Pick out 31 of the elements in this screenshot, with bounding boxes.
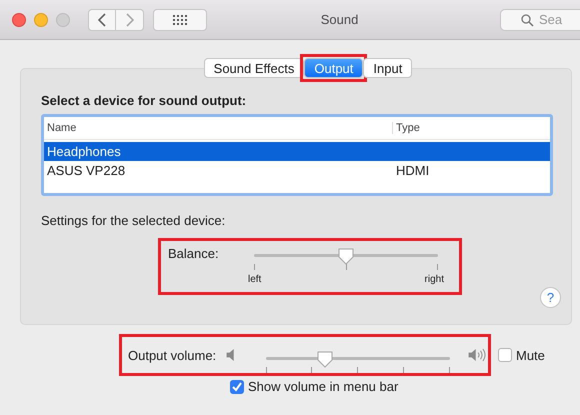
show-all-button[interactable] [153, 8, 207, 30]
back-button[interactable] [88, 8, 116, 30]
table-cell-text: Headphones [46, 144, 122, 159]
table-row[interactable]: ASUS VP228 HDMI [44, 161, 550, 180]
table-cell-text: HDMI [395, 163, 430, 178]
chevron-left-icon [98, 12, 106, 26]
checkbox-label: Mute [516, 348, 545, 362]
slider-thumb[interactable] [316, 350, 334, 368]
close-button[interactable] [12, 12, 26, 26]
mute-checkbox[interactable]: Mute [498, 348, 545, 362]
tick-label: right [424, 274, 444, 285]
tick-label: left [248, 274, 262, 285]
tab[interactable]: Input [363, 58, 412, 78]
table-cell-text: ASUS VP228 [46, 163, 126, 178]
minimize-button[interactable] [34, 12, 48, 26]
chevron-right-icon [126, 12, 134, 26]
volume-label: Output volume: [128, 348, 216, 362]
section-heading: Select a device for sound output: [41, 93, 248, 108]
window-title: Sound [320, 12, 360, 27]
table-row[interactable]: Headphones [44, 142, 550, 161]
tab[interactable]: Output [304, 58, 364, 78]
tab[interactable]: Sound Effects [204, 58, 304, 78]
slider-thumb[interactable] [337, 247, 355, 265]
column-header[interactable]: Name [44, 122, 393, 134]
grid-icon [173, 14, 187, 24]
zoom-button[interactable] [56, 12, 70, 26]
search-icon [521, 14, 534, 26]
settings-label: Settings for the selected device: [41, 213, 226, 228]
column-header[interactable]: Type [393, 122, 550, 134]
search-field[interactable]: Sea [500, 8, 580, 30]
help-button[interactable]: ? [540, 287, 561, 308]
